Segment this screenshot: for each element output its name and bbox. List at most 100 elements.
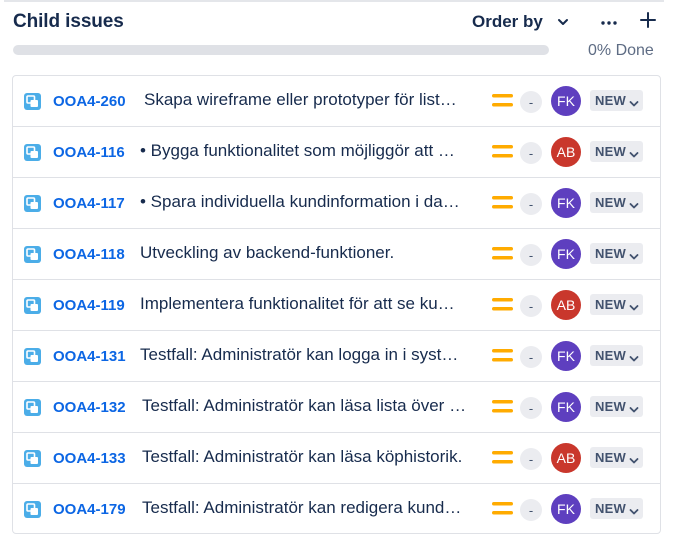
progress-bar: [13, 45, 549, 55]
issue-key-link[interactable]: OOA4-119: [53, 297, 125, 314]
priority-medium-icon: [492, 399, 513, 414]
status-dropdown[interactable]: NEW: [590, 498, 643, 519]
status-label: NEW: [595, 297, 626, 312]
status-label: NEW: [595, 399, 626, 414]
status-dropdown[interactable]: NEW: [590, 192, 643, 213]
child-issue-list: OOA4-260 Skapa wireframe eller prototype…: [12, 75, 661, 534]
status-dropdown[interactable]: NEW: [590, 294, 643, 315]
assignee-avatar[interactable]: FK: [551, 392, 581, 422]
assignee-avatar[interactable]: FK: [551, 239, 581, 269]
status-dropdown[interactable]: NEW: [590, 90, 643, 111]
status-label: NEW: [595, 450, 626, 465]
progress-label: 0% Done: [588, 42, 654, 59]
story-points-badge[interactable]: -: [520, 346, 542, 368]
child-issue-row[interactable]: OOA4-118 Utveckling av backend-funktione…: [13, 229, 660, 280]
more-icon: [600, 13, 618, 31]
status-dropdown[interactable]: NEW: [590, 141, 643, 162]
section-title: Child issues: [13, 11, 124, 32]
subtask-icon: [24, 195, 41, 212]
issue-summary: Testfall: Administratör kan läsa köphist…: [142, 447, 463, 466]
child-issue-row[interactable]: OOA4-116 • Bygga funktionalitet som möjl…: [13, 127, 660, 178]
story-points-badge[interactable]: -: [520, 499, 542, 521]
child-issue-row[interactable]: OOA4-260 Skapa wireframe eller prototype…: [13, 76, 660, 127]
chevron-down-icon: [629, 300, 639, 310]
story-points-badge[interactable]: -: [520, 193, 542, 215]
status-label: NEW: [595, 93, 626, 108]
subtask-icon: [24, 144, 41, 161]
assignee-avatar[interactable]: FK: [551, 86, 581, 116]
story-points-badge[interactable]: -: [520, 448, 542, 470]
issue-key-link[interactable]: OOA4-179: [53, 501, 126, 518]
issue-key-link[interactable]: OOA4-132: [53, 399, 126, 416]
priority-medium-icon: [492, 348, 513, 363]
story-points-badge[interactable]: -: [520, 244, 542, 266]
issue-summary: Utveckling av backend-funktioner.: [140, 243, 395, 262]
child-issues-header: Child issues Order by: [13, 10, 663, 34]
story-points-badge[interactable]: -: [520, 91, 542, 113]
chevron-down-icon: [629, 402, 639, 412]
issue-summary: • Bygga funktionalitet som möjliggör att…: [140, 141, 455, 160]
child-issue-row[interactable]: OOA4-132 Testfall: Administratör kan läs…: [13, 382, 660, 433]
chevron-down-icon: [557, 16, 569, 28]
priority-medium-icon: [492, 450, 513, 465]
subtask-icon: [24, 450, 41, 467]
child-issue-row[interactable]: OOA4-131 Testfall: Administratör kan log…: [13, 331, 660, 382]
story-points-badge[interactable]: -: [520, 142, 542, 164]
plus-icon: [639, 11, 657, 34]
story-points-badge[interactable]: -: [520, 397, 542, 419]
chevron-down-icon: [629, 198, 639, 208]
status-dropdown[interactable]: NEW: [590, 396, 643, 417]
issue-key-link[interactable]: OOA4-133: [53, 450, 126, 467]
chevron-down-icon: [629, 453, 639, 463]
subtask-icon: [24, 501, 41, 518]
chevron-down-icon: [629, 249, 639, 259]
priority-medium-icon: [492, 246, 513, 261]
child-issue-row[interactable]: OOA4-179 Testfall: Administratör kan red…: [13, 484, 660, 533]
assignee-avatar[interactable]: FK: [551, 494, 581, 524]
assignee-avatar[interactable]: FK: [551, 341, 581, 371]
status-label: NEW: [595, 501, 626, 516]
priority-medium-icon: [492, 144, 513, 159]
assignee-avatar[interactable]: AB: [551, 290, 581, 320]
status-dropdown[interactable]: NEW: [590, 345, 643, 366]
chevron-down-icon: [629, 504, 639, 514]
status-label: NEW: [595, 144, 626, 159]
order-by-button[interactable]: Order by: [472, 10, 569, 34]
issue-key-link[interactable]: OOA4-131: [53, 348, 126, 365]
subtask-icon: [24, 399, 41, 416]
add-child-issue-button[interactable]: [637, 11, 659, 33]
issue-key-link[interactable]: OOA4-260: [53, 93, 126, 110]
subtask-icon: [24, 297, 41, 314]
status-label: NEW: [595, 348, 626, 363]
status-dropdown[interactable]: NEW: [590, 447, 643, 468]
status-dropdown[interactable]: NEW: [590, 243, 643, 264]
subtask-icon: [24, 348, 41, 365]
issue-key-link[interactable]: OOA4-118: [53, 246, 125, 263]
priority-medium-icon: [492, 297, 513, 312]
priority-medium-icon: [492, 501, 513, 516]
status-label: NEW: [595, 246, 626, 261]
issue-summary: Implementera funktionalitet för att se k…: [140, 294, 455, 313]
chevron-down-icon: [629, 351, 639, 361]
status-label: NEW: [595, 195, 626, 210]
story-points-badge[interactable]: -: [520, 295, 542, 317]
assignee-avatar[interactable]: AB: [551, 137, 581, 167]
issue-summary: • Spara individuella kundinformation i d…: [140, 192, 460, 211]
subtask-icon: [24, 93, 41, 110]
subtask-icon: [24, 246, 41, 263]
more-actions-button[interactable]: [598, 12, 620, 32]
child-issue-row[interactable]: OOA4-133 Testfall: Administratör kan läs…: [13, 433, 660, 484]
chevron-down-icon: [629, 147, 639, 157]
chevron-down-icon: [629, 96, 639, 106]
child-issue-row[interactable]: OOA4-117 • Spara individuella kundinform…: [13, 178, 660, 229]
top-divider: [4, 0, 664, 2]
issue-key-link[interactable]: OOA4-117: [53, 195, 125, 212]
issue-summary: Testfall: Administratör kan logga in i s…: [140, 345, 459, 364]
issue-summary: Testfall: Administratör kan redigera kun…: [142, 498, 462, 517]
issue-summary: Skapa wireframe eller prototyper för lis…: [144, 90, 457, 109]
assignee-avatar[interactable]: FK: [551, 188, 581, 218]
issue-key-link[interactable]: OOA4-116: [53, 144, 125, 161]
assignee-avatar[interactable]: AB: [551, 443, 581, 473]
priority-medium-icon: [492, 195, 513, 210]
child-issue-row[interactable]: OOA4-119 Implementera funktionalitet för…: [13, 280, 660, 331]
